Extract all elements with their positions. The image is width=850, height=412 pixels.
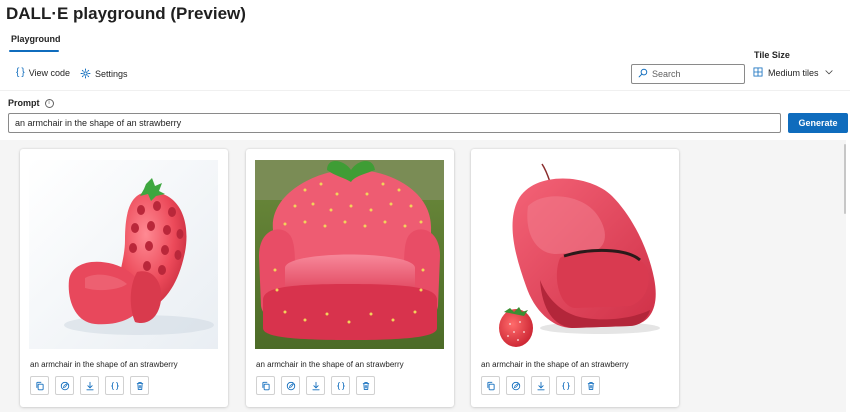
tile-size-label: Tile Size <box>754 50 790 60</box>
info-icon[interactable]: i <box>44 98 54 108</box>
gear-icon <box>80 68 91 79</box>
prompt-label: Prompt i <box>8 98 54 108</box>
search-icon <box>638 65 648 83</box>
result-card[interactable]: an armchair in the shape of an strawberr… <box>20 149 228 407</box>
search-box[interactable] <box>631 64 745 84</box>
divider <box>0 90 850 91</box>
settings-button[interactable]: Settings <box>80 68 128 79</box>
card-actions <box>256 376 375 395</box>
view-code-button[interactable]: { } View code <box>16 67 71 79</box>
prompt-label-text: Prompt <box>8 98 40 108</box>
result-card[interactable]: an armchair in the shape of an strawberr… <box>471 149 679 407</box>
tile-size-dropdown[interactable]: Medium tiles <box>753 67 834 79</box>
code-icon[interactable] <box>556 376 575 395</box>
card-actions <box>30 376 149 395</box>
edit-image-icon[interactable] <box>506 376 525 395</box>
view-code-label: View code <box>28 68 71 78</box>
result-caption: an armchair in the shape of an strawberr… <box>30 360 178 369</box>
code-icon[interactable] <box>105 376 124 395</box>
settings-label: Settings <box>95 68 128 79</box>
tab-playground[interactable]: Playground <box>11 34 61 44</box>
search-input[interactable] <box>652 69 742 79</box>
result-image[interactable] <box>29 160 218 349</box>
download-icon[interactable] <box>306 376 325 395</box>
delete-icon[interactable] <box>130 376 149 395</box>
download-icon[interactable] <box>80 376 99 395</box>
generate-button[interactable]: Generate <box>788 113 848 133</box>
result-image[interactable] <box>480 160 669 349</box>
tab-bar: Playground <box>0 30 850 56</box>
card-actions <box>481 376 600 395</box>
grid-icon <box>753 67 763 79</box>
edit-image-icon[interactable] <box>55 376 74 395</box>
tab-selected-indicator <box>9 50 59 52</box>
delete-icon[interactable] <box>356 376 375 395</box>
result-card[interactable]: an armchair in the shape of an strawberr… <box>246 149 454 407</box>
page-title: DALL·E playground (Preview) <box>6 4 246 23</box>
chevron-down-icon <box>824 67 834 79</box>
tile-size-value: Medium tiles <box>768 68 819 78</box>
download-icon[interactable] <box>531 376 550 395</box>
copy-icon[interactable] <box>30 376 49 395</box>
copy-icon[interactable] <box>256 376 275 395</box>
result-image[interactable] <box>255 160 444 349</box>
copy-icon[interactable] <box>481 376 500 395</box>
edit-image-icon[interactable] <box>281 376 300 395</box>
scrollbar-thumb[interactable] <box>844 144 846 214</box>
gallery-scrollbar[interactable] <box>844 140 848 412</box>
result-caption: an armchair in the shape of an strawberr… <box>481 360 629 369</box>
code-braces-icon: { } <box>16 67 25 78</box>
delete-icon[interactable] <box>581 376 600 395</box>
code-icon[interactable] <box>331 376 350 395</box>
result-caption: an armchair in the shape of an strawberr… <box>256 360 404 369</box>
prompt-input[interactable] <box>8 113 781 133</box>
